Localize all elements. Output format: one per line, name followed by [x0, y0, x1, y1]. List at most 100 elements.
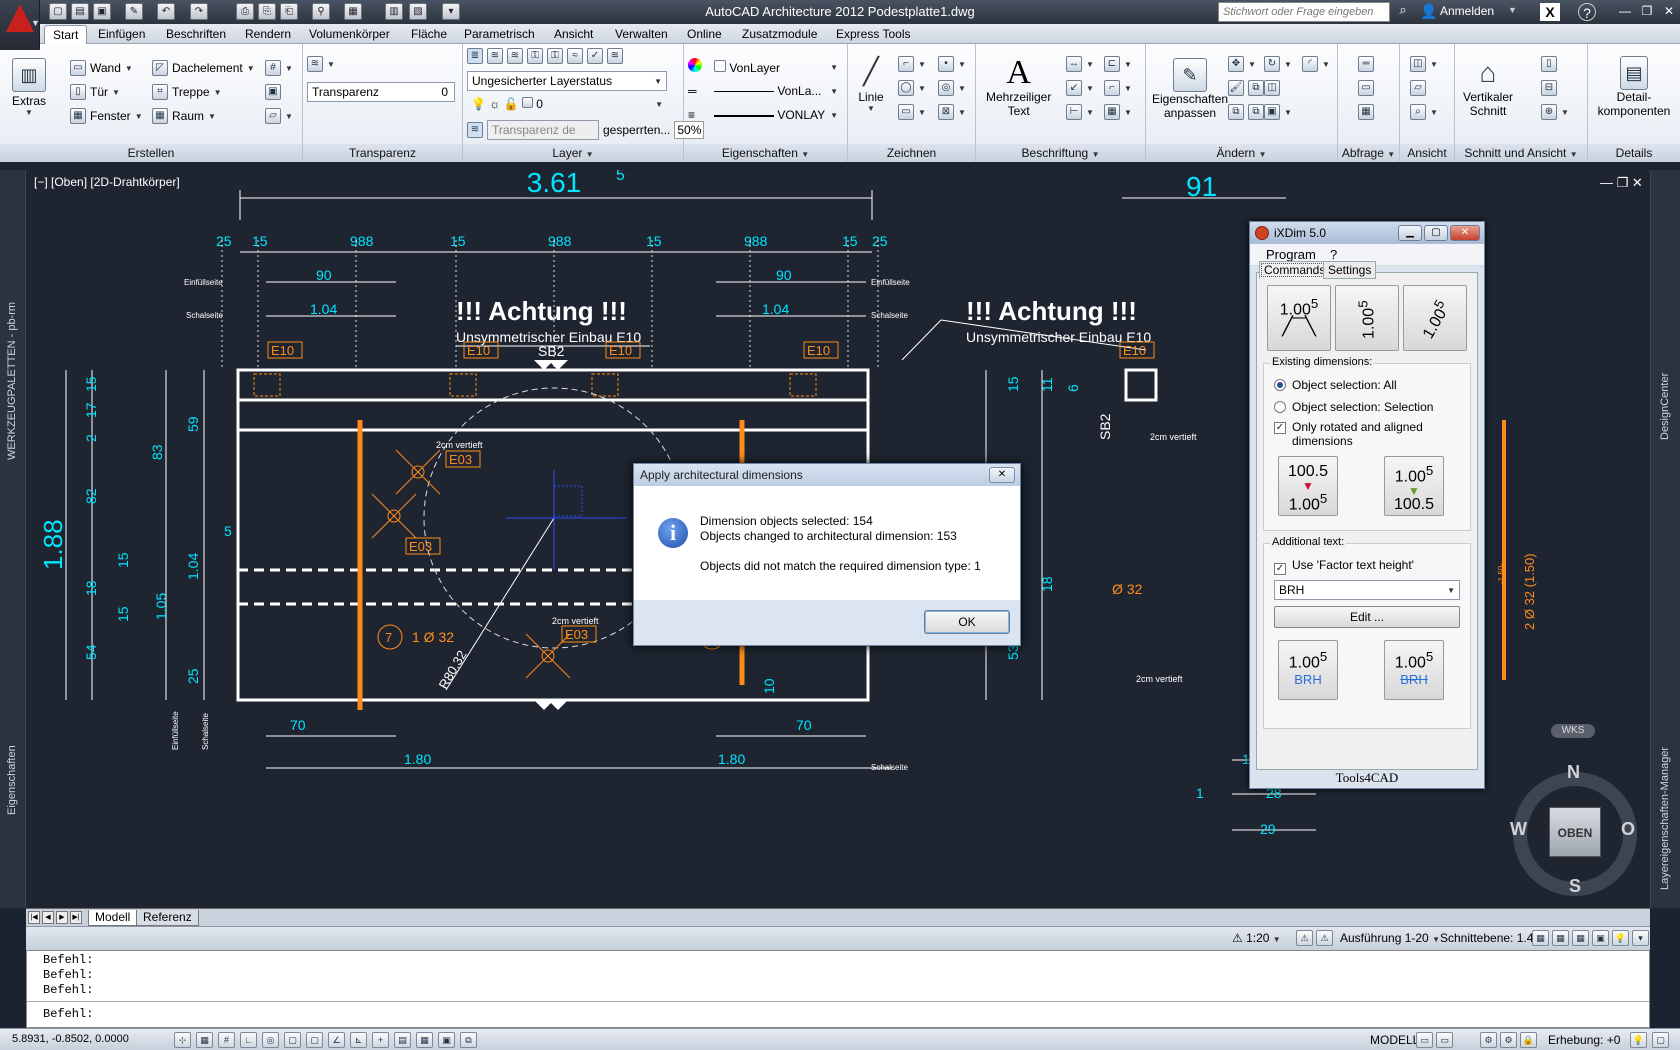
- help-icon[interactable]: ?: [1578, 3, 1596, 21]
- view-cube-button[interactable]: ◫ ▼: [1410, 56, 1438, 72]
- print-preview-icon[interactable]: ⎘: [258, 3, 276, 20]
- color-dropdown[interactable]: VonLayer ▼: [710, 58, 842, 78]
- dimstyle-button[interactable]: ⊢ ▼: [1066, 104, 1094, 120]
- redo-icon[interactable]: ↷: [190, 3, 208, 20]
- layout-icon[interactable]: ▥: [385, 3, 403, 20]
- status-tool-2-icon[interactable]: ▦: [1552, 930, 1569, 946]
- status-menu-icon[interactable]: ▾: [1632, 930, 1649, 946]
- navigation-icon[interactable]: ⚙: [1480, 1032, 1497, 1048]
- vertical-section-button[interactable]: ⌂ Vertikaler Schnitt: [1463, 56, 1513, 118]
- properties-label[interactable]: Eigenschaften: [6, 745, 18, 815]
- view-box-button[interactable]: ▱: [1410, 80, 1426, 96]
- menu-help[interactable]: ?: [1330, 247, 1337, 262]
- ixdim-title[interactable]: iXDim 5.0: [1250, 222, 1484, 244]
- lock-ui-icon[interactable]: 🔒: [1520, 1032, 1537, 1048]
- layer-match-icon[interactable]: ≈: [567, 48, 583, 64]
- osnap-icon[interactable]: ▢: [284, 1032, 301, 1048]
- layer-manager-label[interactable]: Layereigenschaften-Manager: [1659, 747, 1671, 890]
- copy-button[interactable]: 🖌 ⧉: [1228, 80, 1264, 96]
- slab-tool-button[interactable]: ▱ ▼: [265, 108, 293, 124]
- clean-screen-icon[interactable]: ▢: [1652, 1032, 1669, 1048]
- quick-view-layouts-icon[interactable]: ▭: [1416, 1032, 1433, 1048]
- transparency-tool-button[interactable]: ≋ ▼: [307, 56, 335, 72]
- compass-west[interactable]: W: [1510, 819, 1527, 840]
- infer-constraints-icon[interactable]: ⊹: [174, 1032, 191, 1048]
- wks-dropdown[interactable]: WKS: [1551, 724, 1595, 738]
- compass-south[interactable]: S: [1569, 876, 1581, 897]
- tab-express-tools[interactable]: Express Tools: [828, 25, 918, 44]
- maximize-button[interactable]: ❐: [1636, 2, 1658, 21]
- panel-title[interactable]: Ändern ▼: [1146, 144, 1337, 162]
- ixdim-minimize-button[interactable]: ▁: [1398, 225, 1422, 241]
- panel-title[interactable]: Eigenschaften ▼: [684, 144, 847, 162]
- undo-icon[interactable]: ↶: [157, 3, 175, 20]
- tab-verwalten[interactable]: Verwalten: [607, 25, 676, 44]
- elevation[interactable]: Erhebung: +0: [1548, 1033, 1620, 1047]
- compass-east[interactable]: O: [1621, 819, 1635, 840]
- dimension-button[interactable]: ↔ ▼: [1066, 56, 1094, 72]
- tag-button[interactable]: ⊏ ▼: [1104, 56, 1132, 72]
- section-button-2[interactable]: ⊟: [1541, 80, 1557, 96]
- snap-icon[interactable]: ▦: [196, 1032, 213, 1048]
- lightbulb-icon[interactable]: 💡: [1612, 930, 1629, 946]
- tab-parametrisch[interactable]: Parametrisch: [456, 25, 543, 44]
- first-tab-icon[interactable]: |◀: [28, 911, 40, 924]
- tab-flaeche[interactable]: Fläche: [403, 25, 455, 44]
- dim-vertical-button[interactable]: 1.005: [1335, 285, 1399, 351]
- right-palette-strip[interactable]: DesignCenter Layereigenschaften-Manager: [1650, 170, 1680, 908]
- option-selection[interactable]: Object selection: Selection: [1274, 400, 1433, 414]
- region-button[interactable]: ⊠ ▼: [938, 104, 966, 120]
- save-icon[interactable]: ▣: [93, 3, 111, 20]
- tab-settings[interactable]: Settings: [1323, 261, 1377, 279]
- cut-plane[interactable]: Schnittebene: 1.4: [1440, 931, 1533, 945]
- linetype-dropdown[interactable]: VonLa... ▼: [710, 82, 842, 102]
- open-file-icon[interactable]: ▤: [71, 3, 89, 20]
- fillet-button[interactable]: ◜ ▼: [1302, 56, 1330, 72]
- panel-title[interactable]: Abfrage ▼: [1338, 144, 1399, 162]
- tab-volumenkoerper[interactable]: Volumenkörper: [301, 25, 398, 44]
- panel-title[interactable]: Schnitt und Ansicht ▼: [1455, 144, 1587, 162]
- new-file-icon[interactable]: ▢: [49, 3, 67, 20]
- ortho-icon[interactable]: ∟: [240, 1032, 257, 1048]
- extras-button[interactable]: ▥ Extras ▼: [12, 58, 46, 117]
- dim-aligned-button[interactable]: 1.005: [1403, 285, 1467, 351]
- isolate-objects-icon[interactable]: 💡: [1630, 1032, 1647, 1048]
- dachelement-button[interactable]: ◸ Dachelement ▼: [152, 60, 255, 76]
- next-tab-icon[interactable]: ▶: [56, 911, 68, 924]
- annotation-visibility-icon[interactable]: ⚠: [1296, 930, 1313, 946]
- qat-menu-icon[interactable]: ▾: [442, 3, 460, 20]
- panel-title[interactable]: Beschriftung ▼: [976, 144, 1145, 162]
- brh-text-button[interactable]: 1.005 BRH: [1278, 640, 1338, 700]
- command-line[interactable]: Befehl: Befehl: Befehl: Befehl:: [26, 950, 1650, 1028]
- search-icon[interactable]: ⌕: [1392, 2, 1414, 22]
- polyline-button[interactable]: ⌐ ▼: [898, 56, 926, 72]
- wand-button[interactable]: ▭ Wand ▼: [70, 60, 133, 76]
- signin-button[interactable]: Anmelden: [1440, 4, 1494, 18]
- layer-unlock-icon[interactable]: ⚿: [547, 48, 563, 64]
- zoom-button[interactable]: ⌕ ▼: [1410, 104, 1438, 120]
- auto-scale-icon[interactable]: ⚠: [1316, 930, 1333, 946]
- tab-referenz[interactable]: Referenz: [136, 910, 199, 926]
- command-prompt[interactable]: Befehl:: [43, 1007, 93, 1021]
- viewcube-face[interactable]: OBEN: [1549, 807, 1601, 857]
- display-config-dropdown[interactable]: Ausführung 1-20 ▼: [1340, 931, 1440, 945]
- ixdim-maximize-button[interactable]: ▢: [1424, 225, 1448, 241]
- only-rotated-checkbox[interactable]: ✓ Only rotated and aligned dimensions: [1274, 420, 1464, 448]
- mtext-button[interactable]: A Mehrzeiliger Text: [986, 56, 1051, 119]
- circle-button[interactable]: ◯ ▼: [898, 80, 926, 96]
- fenster-button[interactable]: ▦ Fenster ▼: [70, 108, 143, 124]
- line-button[interactable]: ╱ Linie ▼: [854, 56, 888, 113]
- tab-ansicht[interactable]: Ansicht: [546, 25, 601, 44]
- status-tool-3-icon[interactable]: ▦: [1572, 930, 1589, 946]
- close-button[interactable]: ✕: [1658, 2, 1680, 21]
- last-tab-icon[interactable]: ▶|: [70, 911, 82, 924]
- tab-commands[interactable]: Commands: [1259, 261, 1331, 279]
- match-properties-icon[interactable]: ⚲: [312, 3, 330, 20]
- model-space-toggle[interactable]: MODELL: [1370, 1033, 1419, 1047]
- transparency-field[interactable]: Transparenz 0: [307, 82, 455, 102]
- tab-rendern[interactable]: Rendern: [237, 25, 299, 44]
- saveas-icon[interactable]: ✎: [125, 3, 143, 20]
- dim-horizontal-button[interactable]: 1.005 ╱‾‾╲: [1267, 285, 1331, 351]
- tuer-button[interactable]: ▯ Tür ▼: [70, 84, 120, 100]
- window-list-icon[interactable]: ▧: [409, 3, 427, 20]
